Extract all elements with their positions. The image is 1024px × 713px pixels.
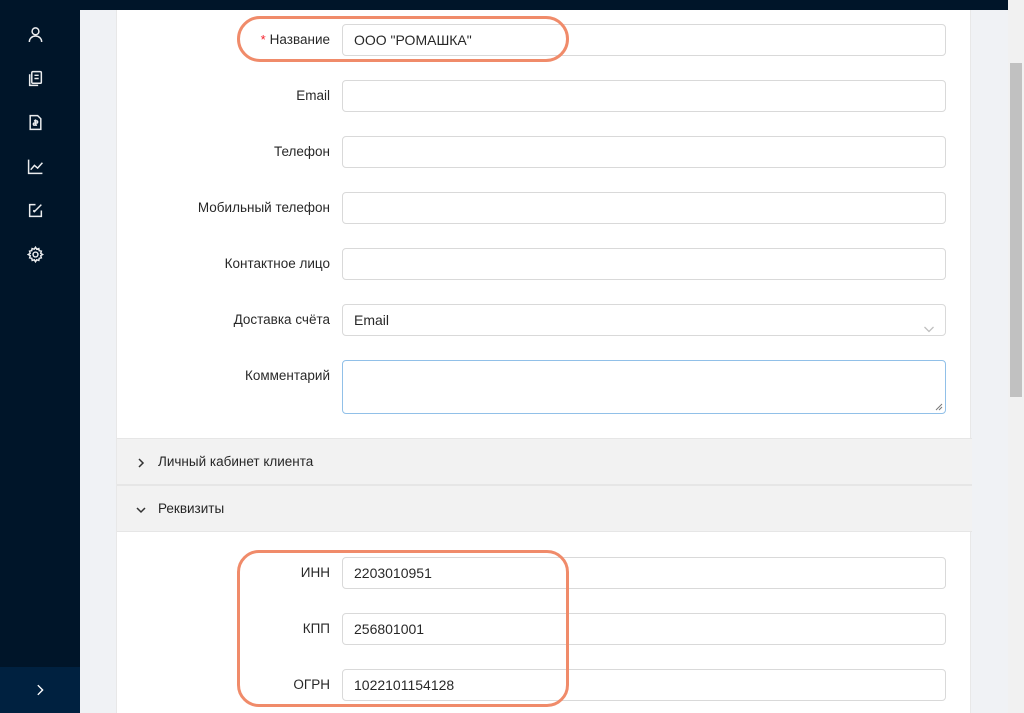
documents-icon[interactable] (24, 67, 46, 89)
header-strip (80, 0, 1008, 10)
form-row-mobile: Мобильный телефон (117, 192, 972, 224)
highlight-name-annotation (237, 16, 569, 62)
panel-title: Личный кабинет клиента (158, 454, 314, 469)
contact-input[interactable] (342, 248, 946, 280)
contact-label: Контактное лицо (224, 256, 330, 271)
invoice-icon[interactable] (24, 111, 46, 133)
chevron-down-icon (923, 315, 935, 333)
resize-handle-icon[interactable] (935, 403, 943, 411)
delivery-label: Доставка счёта (233, 312, 330, 327)
edit-icon[interactable] (24, 199, 46, 221)
panel-requisites[interactable]: Реквизиты (117, 485, 972, 532)
mobile-input[interactable] (342, 192, 946, 224)
settings-icon[interactable] (24, 243, 46, 265)
panel-title: Реквизиты (158, 501, 225, 516)
email-input[interactable] (342, 80, 946, 112)
chevron-down-icon (135, 503, 147, 515)
chart-icon[interactable] (24, 155, 46, 177)
form-row-comment: Комментарий (117, 360, 972, 414)
mobile-label: Мобильный телефон (197, 200, 330, 215)
comment-textarea[interactable] (342, 360, 946, 414)
scrollbar-thumb[interactable] (1010, 63, 1022, 397)
delivery-selected-value: Email (354, 312, 390, 328)
sidebar (0, 0, 80, 713)
highlight-requisites-annotation (237, 550, 569, 707)
form-row-contact: Контактное лицо (117, 248, 972, 280)
chevron-right-icon (135, 456, 147, 468)
delivery-select[interactable]: Email (342, 304, 946, 336)
user-icon[interactable] (24, 23, 46, 45)
comment-label: Комментарий (244, 368, 330, 383)
form-row-delivery: Доставка счёта Email (117, 304, 972, 336)
email-label: Email (296, 88, 330, 103)
form-row-phone: Телефон (117, 136, 972, 168)
form-row-email: Email (117, 80, 972, 112)
panel-client-cabinet[interactable]: Личный кабинет клиента (117, 438, 972, 485)
phone-input[interactable] (342, 136, 946, 168)
phone-label: Телефон (273, 144, 330, 159)
chevron-right-icon (37, 684, 44, 696)
sidebar-collapse-button[interactable] (0, 667, 80, 713)
